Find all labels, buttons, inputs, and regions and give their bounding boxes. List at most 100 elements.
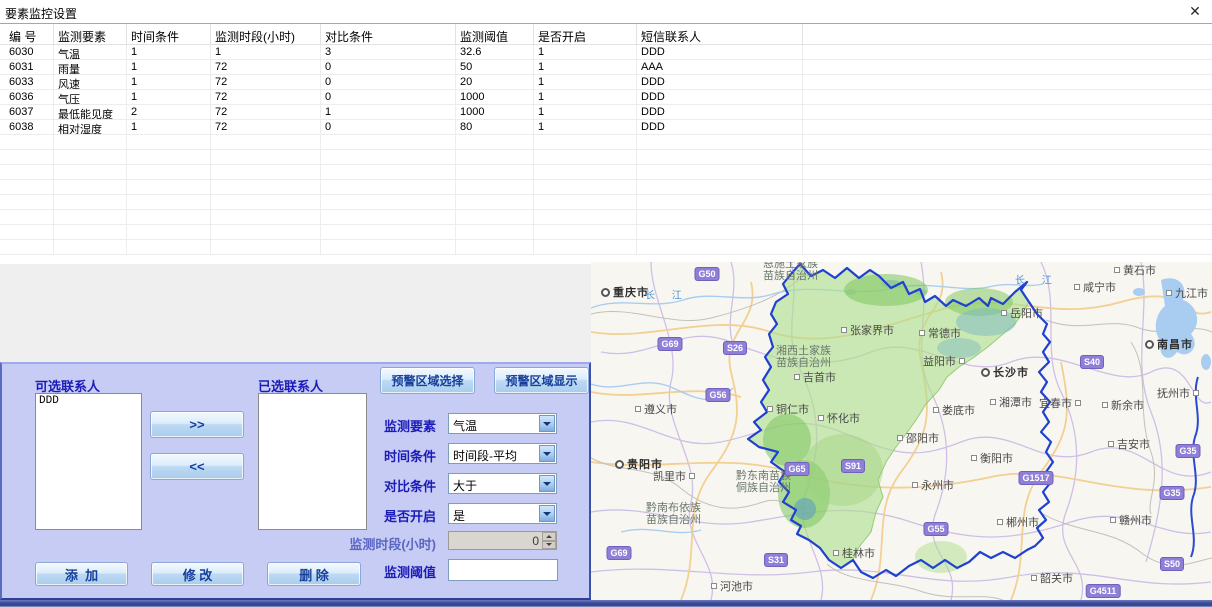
table-cell[interactable] [127,180,211,194]
table-cell[interactable]: 1 [534,120,637,134]
table-cell[interactable]: DDD [637,90,803,104]
table-cell[interactable]: 6038 [0,120,54,134]
table-cell[interactable]: 0 [321,90,456,104]
table-cell[interactable] [534,225,637,239]
table-cell[interactable]: 32.6 [456,45,534,59]
table-cell[interactable]: AAA [637,60,803,74]
table-cell[interactable] [211,195,321,209]
table-cell[interactable] [637,225,803,239]
table-row[interactable] [0,180,1212,195]
compare-dropdown-button[interactable] [539,475,555,492]
table-cell[interactable] [534,240,637,254]
table-cell[interactable]: 1 [127,120,211,134]
table-cell[interactable] [0,150,54,164]
table-cell[interactable]: 6031 [0,60,54,74]
table-cell[interactable]: 6030 [0,45,54,59]
table-cell[interactable] [211,240,321,254]
table-cell[interactable] [127,150,211,164]
table-cell[interactable] [534,180,637,194]
element-combobox[interactable]: 气温 [448,413,557,434]
enabled-dropdown-button[interactable] [539,505,555,522]
table-cell[interactable]: 20 [456,75,534,89]
table-cell[interactable] [321,210,456,224]
table-cell[interactable] [637,150,803,164]
table-cell[interactable]: 1 [127,45,211,59]
table-cell[interactable]: 1 [321,105,456,119]
table-cell[interactable]: 80 [456,120,534,134]
table-cell[interactable] [637,240,803,254]
table-cell[interactable]: DDD [637,45,803,59]
compare-condition-combobox[interactable]: 大于 [448,473,557,494]
table-cell[interactable] [127,240,211,254]
table-cell[interactable] [321,195,456,209]
time-dropdown-button[interactable] [539,445,555,462]
table-row[interactable]: 6036气压172010001DDD [0,90,1212,105]
table-cell[interactable]: 72 [211,90,321,104]
table-cell[interactable]: 相对湿度 [54,120,127,134]
table-cell[interactable] [321,240,456,254]
table-cell[interactable] [534,210,637,224]
table-row[interactable]: 6033风速1720201DDD [0,75,1212,90]
table-cell[interactable]: 雨量 [54,60,127,74]
table-cell[interactable]: 0 [321,120,456,134]
spin-down-button[interactable] [542,541,556,550]
header-cell[interactable]: 是否开启 [534,24,637,44]
element-dropdown-button[interactable] [539,415,555,432]
table-cell[interactable] [456,210,534,224]
header-cell[interactable]: 监测时段(小时) [211,24,321,44]
table-cell[interactable] [0,180,54,194]
table-cell[interactable] [637,210,803,224]
modify-button[interactable]: 修 改 [151,562,244,586]
warning-area-display-button[interactable]: 预警区域显示 [494,367,589,394]
table-cell[interactable] [54,165,127,179]
table-cell[interactable]: DDD [637,120,803,134]
table-cell[interactable]: 1 [127,90,211,104]
table-cell[interactable] [54,225,127,239]
table-cell[interactable] [534,165,637,179]
table-cell[interactable]: 6036 [0,90,54,104]
table-cell[interactable]: 72 [211,60,321,74]
table-cell[interactable]: 72 [211,120,321,134]
warning-area-map[interactable]: 重庆市遵义市贵阳市凯里市河池市桂林市铜仁市吉首市怀化市张家界市常德市岳阳市益阳市… [591,262,1212,600]
table-cell[interactable]: 1 [534,45,637,59]
table-cell[interactable] [0,225,54,239]
table-row[interactable] [0,135,1212,150]
table-cell[interactable]: 1 [534,60,637,74]
table-cell[interactable] [456,195,534,209]
table-cell[interactable] [321,135,456,149]
table-cell[interactable] [211,165,321,179]
header-cell[interactable]: 监测要素 [54,24,127,44]
table-cell[interactable]: 1000 [456,90,534,104]
table-cell[interactable] [211,225,321,239]
table-cell[interactable]: 1 [534,105,637,119]
table-cell[interactable] [127,225,211,239]
table-row[interactable] [0,195,1212,210]
table-cell[interactable]: DDD [637,105,803,119]
period-spinner[interactable]: 0 [448,531,557,550]
delete-button[interactable]: 删 除 [267,562,361,586]
table-row[interactable]: 6031雨量1720501AAA [0,60,1212,75]
table-cell[interactable]: 50 [456,60,534,74]
table-cell[interactable]: 气压 [54,90,127,104]
table-cell[interactable] [637,135,803,149]
table-row[interactable] [0,240,1212,255]
table-cell[interactable]: 气温 [54,45,127,59]
table-cell[interactable]: 6037 [0,105,54,119]
table-cell[interactable] [637,195,803,209]
table-cell[interactable] [127,165,211,179]
move-right-button[interactable]: >> [150,411,244,438]
table-cell[interactable] [321,165,456,179]
table-row[interactable] [0,165,1212,180]
table-cell[interactable]: 风速 [54,75,127,89]
table-row[interactable] [0,225,1212,240]
table-cell[interactable] [456,240,534,254]
table-cell[interactable]: 1 [534,90,637,104]
threshold-input[interactable] [448,559,558,581]
table-cell[interactable]: 6033 [0,75,54,89]
header-cell[interactable]: 时间条件 [127,24,211,44]
table-cell[interactable] [127,195,211,209]
header-cell[interactable]: 对比条件 [321,24,456,44]
table-cell[interactable]: 1 [127,75,211,89]
table-cell[interactable]: 1000 [456,105,534,119]
table-cell[interactable]: 72 [211,75,321,89]
